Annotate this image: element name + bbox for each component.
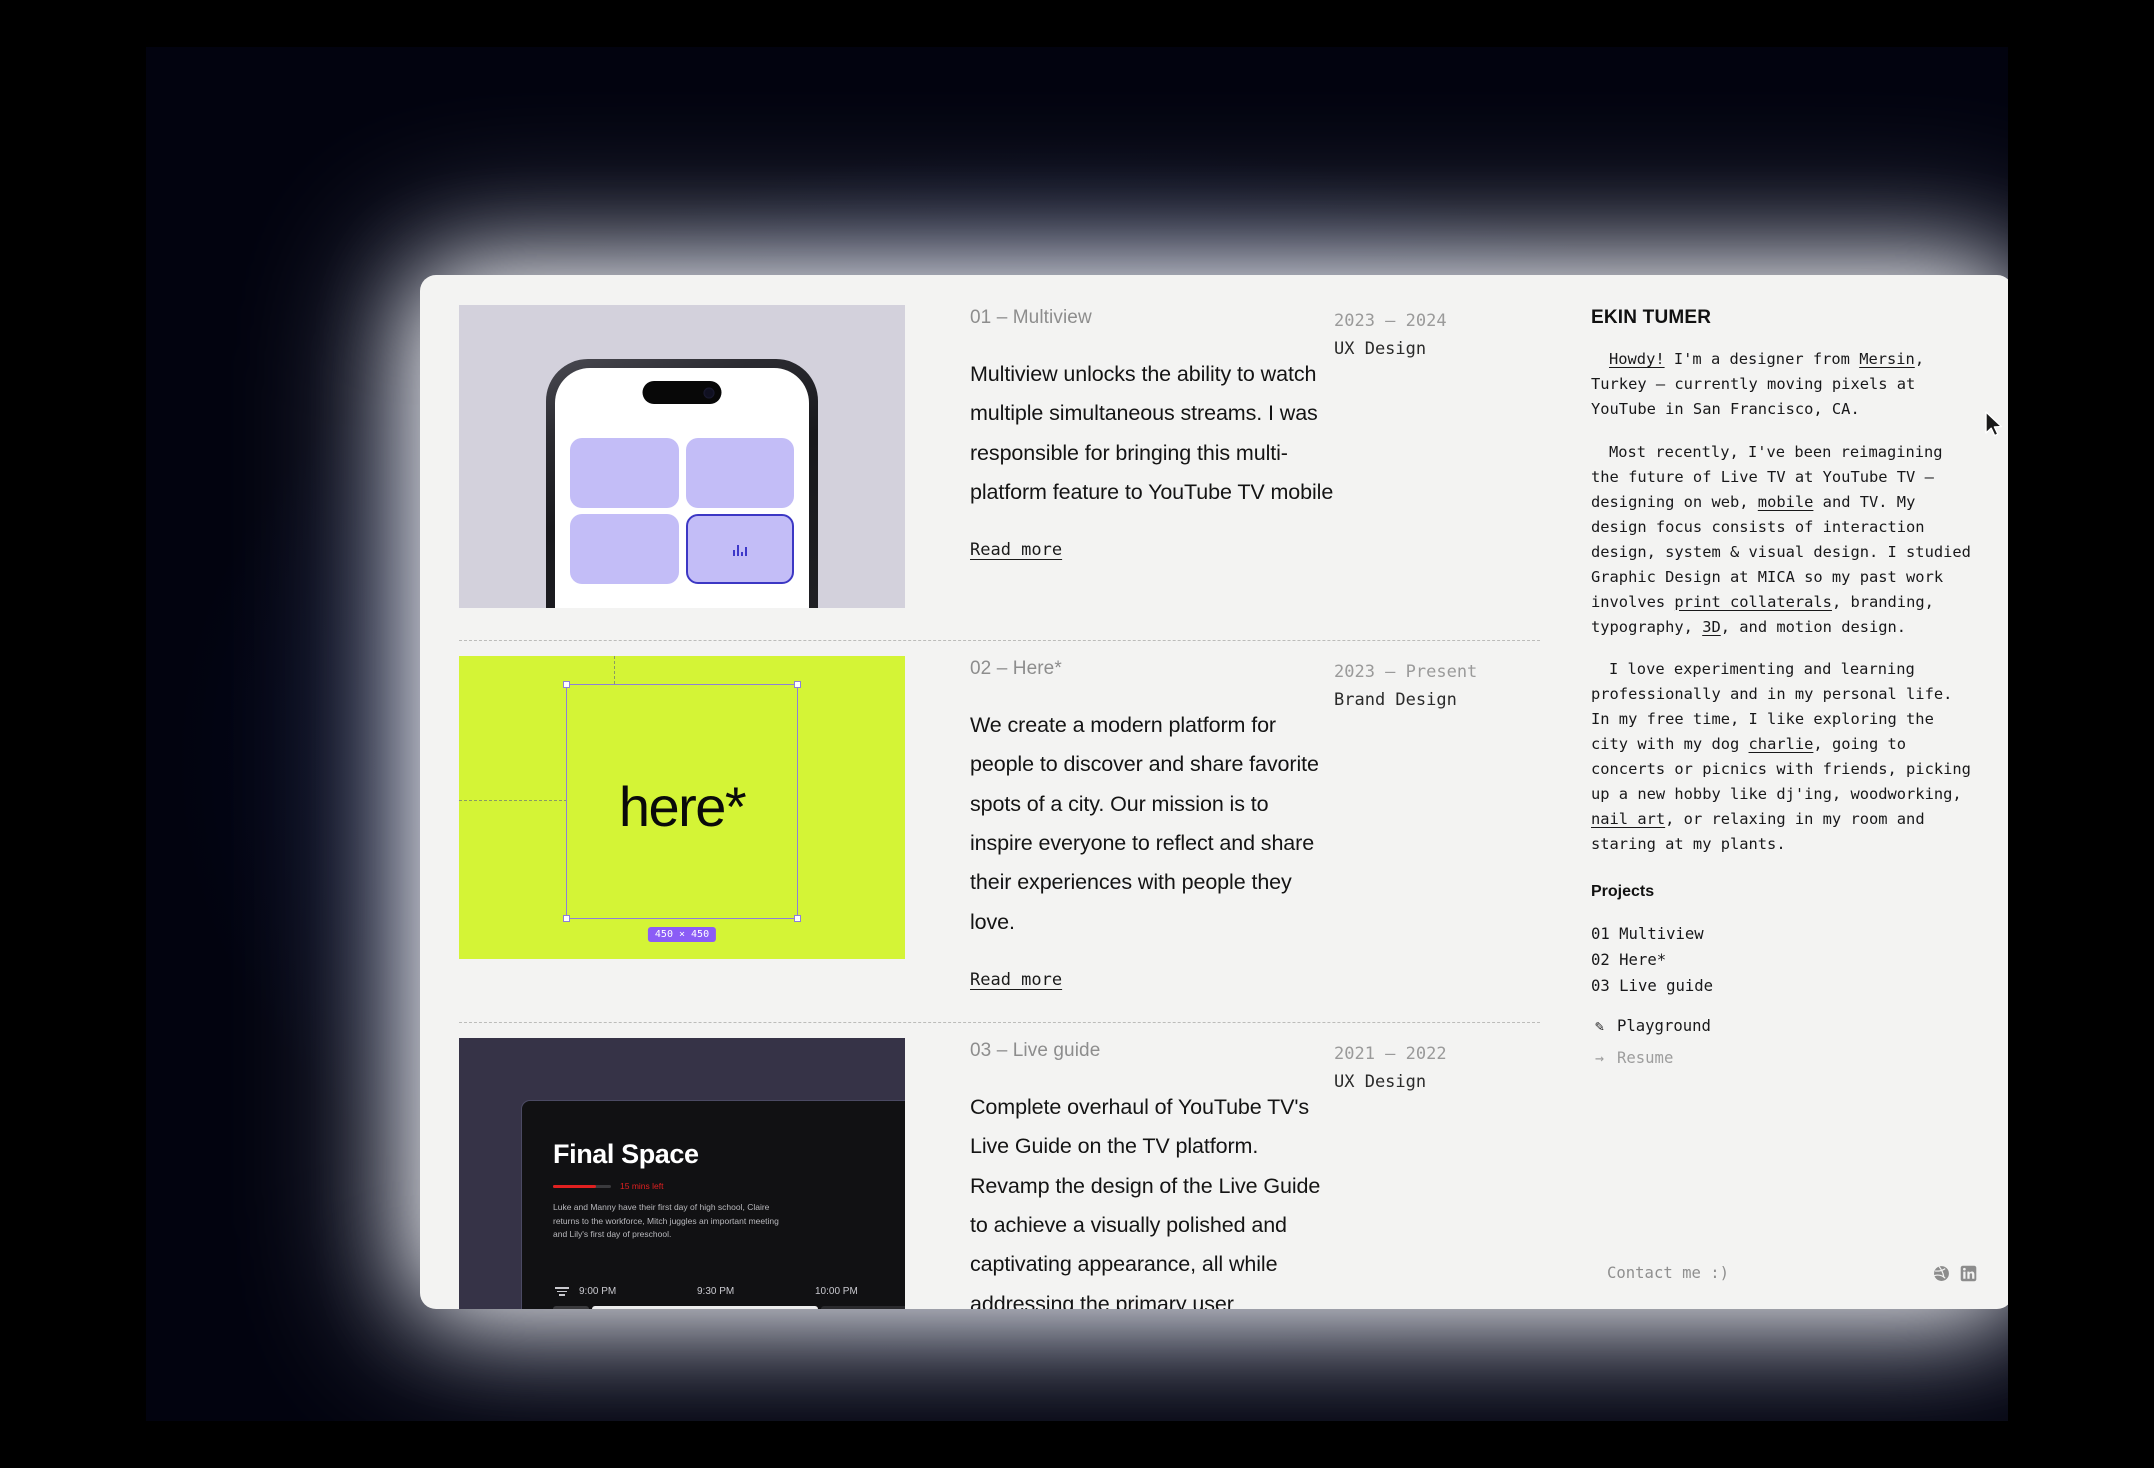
multiview-cell-selected (685, 514, 794, 584)
project-links-list: 01 Multiview 02 Here* 03 Live guide (1591, 921, 1977, 999)
project-years: 2023 – 2024 (1334, 311, 1447, 331)
about-paragraph-3: I love experimenting and learning profes… (1591, 657, 1977, 857)
projects-column: 01 – Multiview Multiview unlocks the abi… (420, 275, 1570, 1309)
resume-label: Resume (1617, 1049, 1674, 1068)
project-thumbnail-multiview[interactable] (459, 305, 905, 608)
3d-link[interactable]: 3D (1702, 618, 1721, 636)
resize-handle (794, 915, 801, 922)
figma-size-badge: 450 × 450 (647, 927, 717, 942)
nail-art-link[interactable]: nail art (1591, 810, 1665, 828)
tv-time-slot: 9:00 PM (579, 1285, 617, 1297)
tv-guide-rows (553, 1305, 905, 1309)
project-category: UX Design (1334, 1071, 1427, 1092)
read-more-link[interactable]: Read more (970, 540, 1062, 560)
mersin-link[interactable]: Mersin (1859, 350, 1915, 368)
playground-label: Playground (1617, 1017, 1711, 1036)
social-links (1933, 1265, 1977, 1282)
audio-bars-icon (732, 543, 747, 556)
project-meta: 2023 – 2024 UX Design (1334, 305, 1534, 608)
charlie-link[interactable]: charlie (1749, 735, 1814, 753)
project-link-live-guide[interactable]: 03 Live guide (1591, 973, 1977, 999)
pencil-icon: ✎ (1594, 1017, 1605, 1036)
page-title: EKIN TUMER (1591, 307, 1712, 328)
about-text: , and motion design. (1720, 617, 1907, 636)
project-thumbnail-here[interactable]: here* 450 × 450 (459, 656, 905, 959)
mobile-link[interactable]: mobile (1758, 493, 1814, 511)
tv-progress: 15 mins left (553, 1181, 905, 1191)
project-text: 01 – Multiview Multiview unlocks the abi… (905, 305, 1334, 608)
figma-guide-vertical (614, 656, 615, 684)
project-text: 03 – Live guide Complete overhaul of You… (905, 1038, 1334, 1309)
project-link-here[interactable]: 02 Here* (1591, 947, 1977, 973)
about-text: I'm a designer from (1664, 350, 1860, 368)
screen: 01 – Multiview Multiview unlocks the abi… (0, 0, 2154, 1468)
project-text: 02 – Here* We create a modern platform f… (905, 656, 1334, 990)
tv-time-slot: 10:00 PM (815, 1285, 858, 1297)
resize-handle (794, 681, 801, 688)
project-category: UX Design (1334, 338, 1427, 359)
tv-channel-cell (553, 1305, 589, 1309)
tv-time-left: 15 mins left (620, 1181, 664, 1192)
filter-icon (553, 1287, 571, 1296)
project-category: Brand Design (1334, 689, 1457, 710)
browser-panel: 01 – Multiview Multiview unlocks the abi… (146, 47, 2008, 1421)
dynamic-island-icon (642, 381, 722, 404)
print-collaterals-link[interactable]: print collaterals (1674, 593, 1832, 611)
about-paragraph-2: Most recently, I've been reimagining the… (1591, 440, 1977, 640)
project-row[interactable]: Final Space 15 mins left Luke and Manny … (420, 1022, 1570, 1309)
resize-handle (563, 681, 570, 688)
here-wordmark: here* (618, 774, 747, 838)
tv-timeline-header: 9:00 PM 9:30 PM 10:00 PM (553, 1286, 905, 1297)
resume-link[interactable]: → Resume (1591, 1049, 1977, 1067)
project-years: 2021 – 2022 (1334, 1044, 1447, 1065)
about-paragraph-1: Howdy! I'm a designer from Mersin, Turke… (1591, 347, 1977, 422)
iphone-frame (546, 359, 818, 608)
project-kicker: 02 – Here* (970, 658, 1062, 679)
multiview-cell (570, 514, 679, 584)
multiview-mockup (459, 305, 905, 608)
playground-link[interactable]: ✎ Playground (1591, 1017, 1977, 1035)
iphone-screen (555, 368, 809, 608)
arrow-right-icon: → (1594, 1049, 1605, 1068)
progress-bar (553, 1184, 611, 1188)
contact-bar: Contact me :) (1591, 1264, 1977, 1282)
tv-program-cell-active (592, 1305, 818, 1309)
here-canvas: here* 450 × 450 (459, 656, 905, 959)
project-row[interactable]: 01 – Multiview Multiview unlocks the abi… (420, 305, 1570, 608)
project-description: Complete overhaul of YouTube TV's Live G… (970, 1095, 1321, 1309)
about-column: EKIN TUMER Howdy! I'm a designer from Me… (1570, 275, 2008, 1309)
project-link-multiview[interactable]: 01 Multiview (1591, 921, 1977, 947)
project-description: Multiview unlocks the ability to watch m… (970, 362, 1334, 505)
project-years: 2023 – Present (1334, 662, 1478, 682)
multiview-cell (570, 438, 679, 508)
live-guide-mockup: Final Space 15 mins left Luke and Manny … (459, 1038, 905, 1309)
project-kicker: 01 – Multiview (970, 307, 1092, 328)
tv-show-description: Luke and Manny have their first day of h… (553, 1202, 779, 1240)
howdy-link[interactable]: Howdy! (1609, 350, 1665, 368)
tv-show-title: Final Space (553, 1139, 699, 1170)
multiview-cell (685, 438, 794, 508)
tv-time-slot: 9:30 PM (697, 1285, 735, 1297)
read-more-link[interactable]: Read more (970, 970, 1062, 990)
project-thumbnail-live-guide[interactable]: Final Space 15 mins left Luke and Manny … (459, 1038, 905, 1309)
project-description: We create a modern platform for people t… (970, 713, 1319, 934)
mouse-cursor (1985, 411, 2003, 437)
contact-label[interactable]: Contact me :) (1591, 1264, 1729, 1282)
multiview-grid (570, 438, 794, 584)
project-meta: 2023 – Present Brand Design (1334, 656, 1534, 990)
resize-handle (563, 915, 570, 922)
project-meta: 2021 – 2022 UX Design (1334, 1038, 1534, 1309)
portfolio-card: 01 – Multiview Multiview unlocks the abi… (420, 275, 2008, 1309)
tv-program-cell (820, 1305, 905, 1309)
project-row[interactable]: here* 450 × 450 02 – Here* We create a m… (420, 639, 1570, 990)
tv-guide-screen: Final Space 15 mins left Luke and Manny … (521, 1100, 905, 1309)
projects-heading: Projects (1591, 883, 1655, 901)
tv-guide-row (553, 1305, 905, 1309)
dribbble-icon[interactable] (1933, 1265, 1950, 1282)
linkedin-icon[interactable] (1960, 1265, 1977, 1282)
project-kicker: 03 – Live guide (970, 1040, 1101, 1062)
